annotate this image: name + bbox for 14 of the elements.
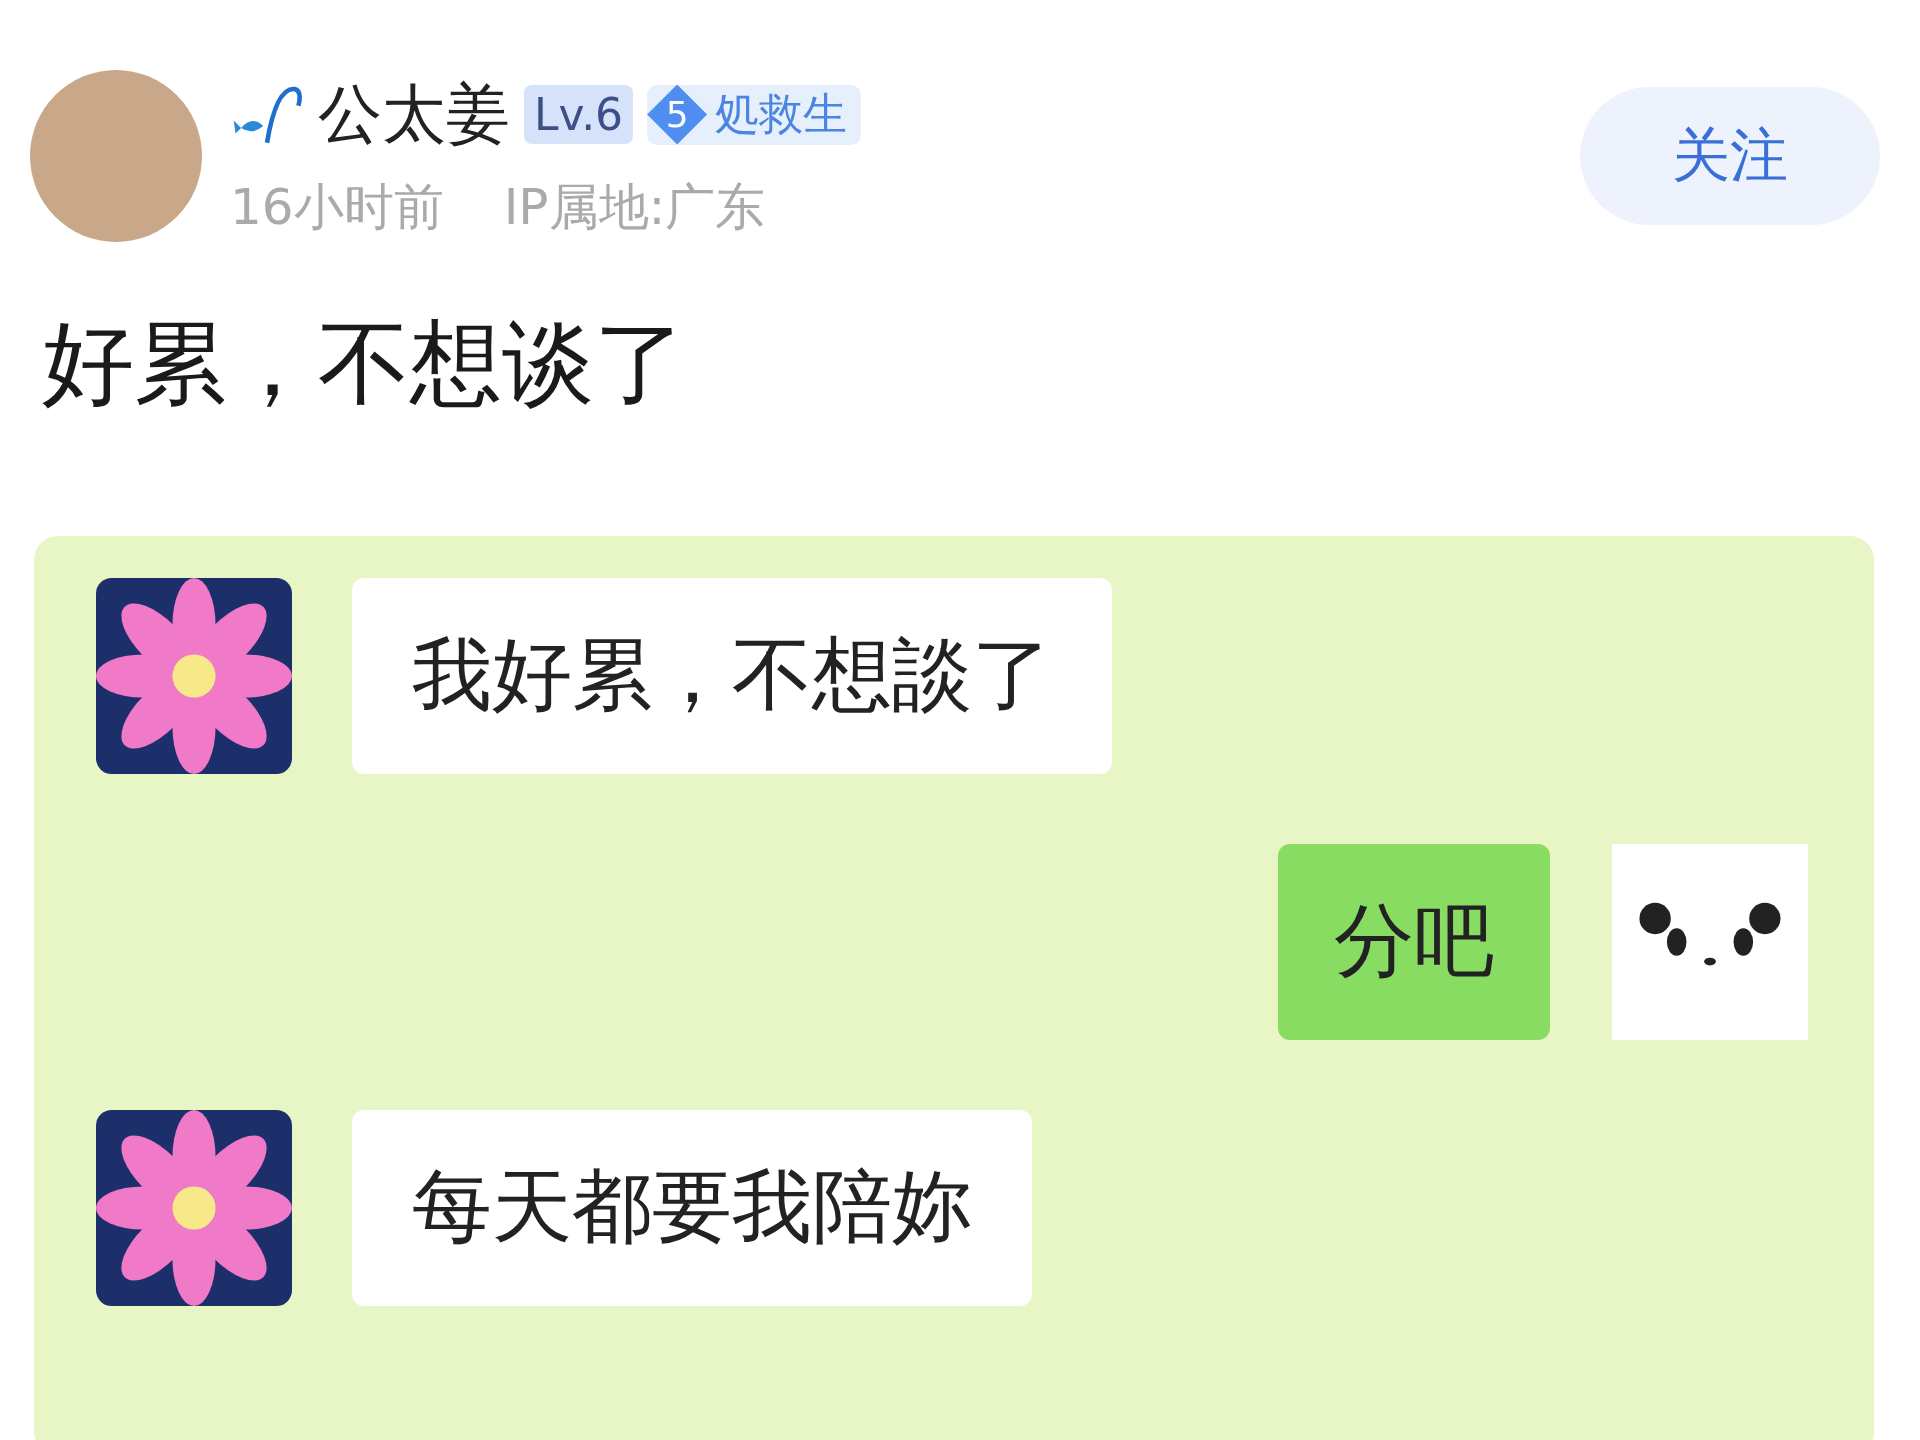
panda-avatar-icon <box>1612 844 1808 1040</box>
flower-avatar-icon <box>96 1110 292 1306</box>
post-time: 16小时前 <box>230 177 444 238</box>
medal-diamond-badge: 5 <box>647 84 708 145</box>
chat-bubble: 我好累，不想談了 <box>352 578 1112 774</box>
post-text: 好累，不想谈了 <box>42 309 687 419</box>
follow-button[interactable]: 关注 <box>1580 87 1880 225</box>
chat-bubble: 分吧 <box>1278 844 1550 1040</box>
medal-title: 処救生 <box>715 87 848 141</box>
level-badge: Lv.6 <box>524 85 634 144</box>
chat-bubble: 每天都要我陪妳 <box>352 1110 1032 1306</box>
author-name[interactable]: 公太姜 <box>318 71 510 158</box>
ip-location: IP属地:广东 <box>503 177 766 238</box>
flower-avatar-icon <box>96 578 292 774</box>
